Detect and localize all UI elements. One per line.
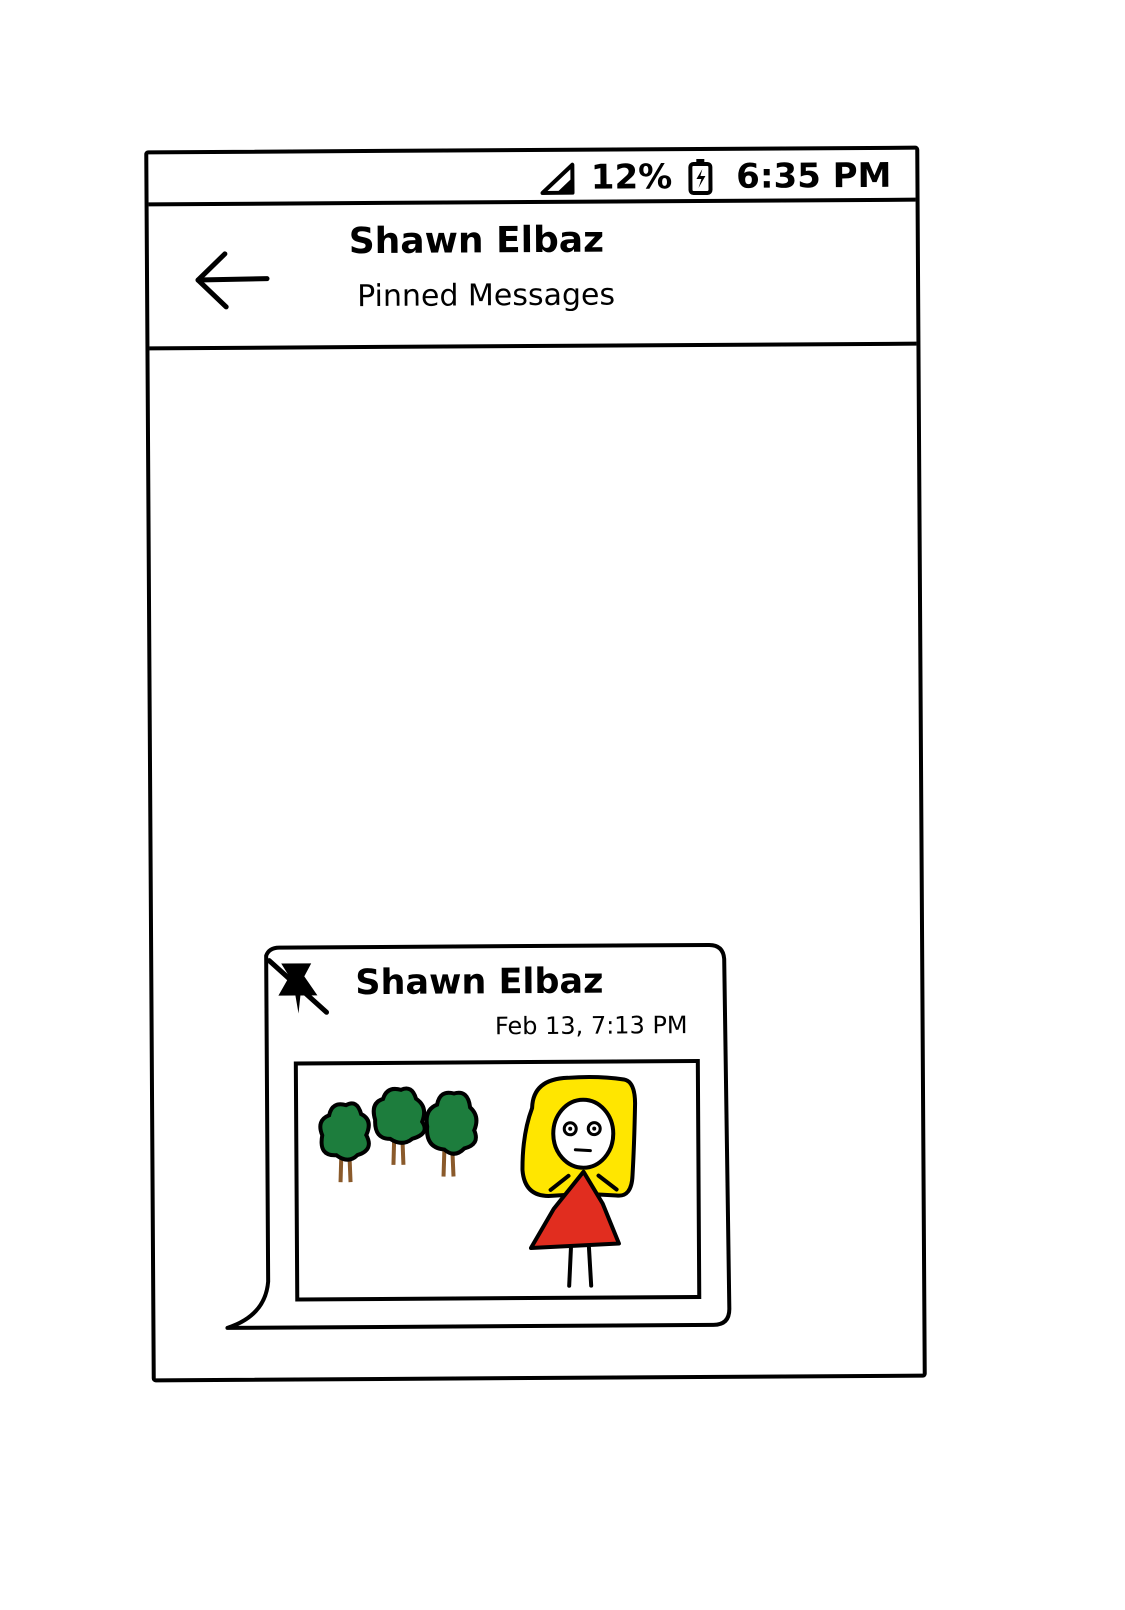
drawing-image-icon: [318, 1075, 638, 1288]
message-image[interactable]: [293, 1059, 702, 1302]
tree-icon-2: [371, 1086, 427, 1165]
person-icon: [520, 1075, 638, 1288]
pinned-message-card[interactable]: Shawn Elbaz Feb 13, 7:13 PM: [221, 941, 733, 1334]
signal-icon: [539, 161, 577, 195]
unpin-button[interactable]: [265, 957, 335, 1017]
message-timestamp: Feb 13, 7:13 PM: [494, 1011, 688, 1041]
status-group: 12% 6:35 PM: [539, 156, 892, 198]
status-time: 6:35 PM: [736, 155, 892, 197]
status-bar: 12% 6:35 PM: [148, 149, 916, 207]
message-sender: Shawn Elbaz: [355, 961, 604, 1004]
app-header: Shawn Elbaz Pinned Messages: [148, 201, 917, 351]
tree-icon-3: [424, 1090, 479, 1177]
pinned-messages-label: Pinned Messages: [357, 277, 616, 315]
tree-icon-1: [318, 1101, 371, 1183]
arrow-left-icon: [193, 250, 271, 312]
chat-title: Shawn Elbaz: [348, 219, 605, 263]
battery-percentage: 12%: [590, 157, 673, 198]
phone-screen: 12% 6:35 PM Shawn Elbaz Pinned Messages: [144, 145, 927, 1383]
unpin-icon: [265, 957, 335, 1017]
battery-charging-icon: [686, 158, 714, 196]
back-button[interactable]: [193, 250, 271, 312]
